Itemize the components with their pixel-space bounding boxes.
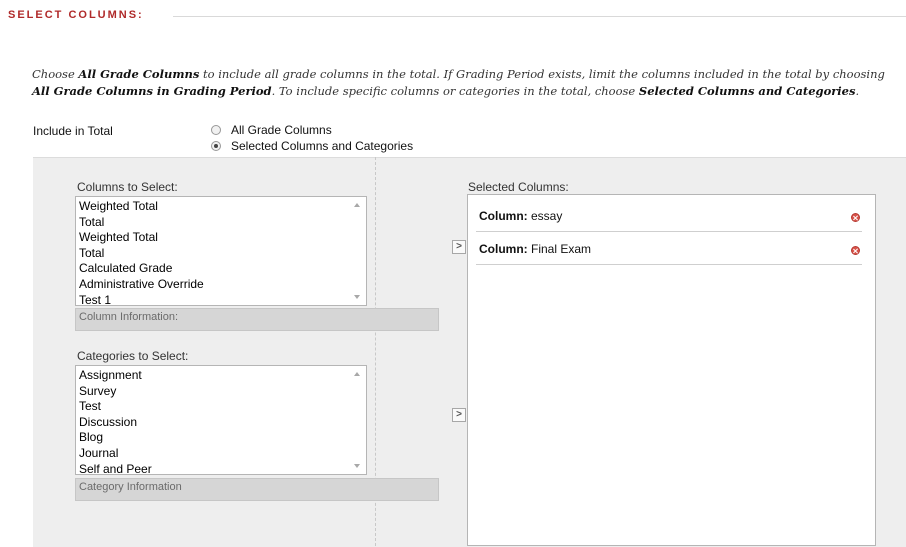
selected-item-value: Final Exam: [531, 242, 592, 256]
selected-item: Column: Final Exam: [476, 232, 862, 265]
scroll-up-icon[interactable]: [354, 203, 360, 207]
radio-button[interactable]: [211, 124, 221, 135]
section-header: SELECT COLUMNS:: [8, 9, 906, 27]
list-item[interactable]: Assignment: [79, 368, 350, 384]
list-item[interactable]: Blog: [79, 430, 350, 446]
section-title: SELECT COLUMNS:: [8, 9, 152, 21]
list-item[interactable]: Total: [79, 246, 350, 262]
instructions-text: Choose All Grade Columns to include all …: [32, 67, 885, 98]
categories-to-select-label: Categories to Select:: [77, 349, 189, 363]
section-divider: [173, 16, 906, 17]
selected-item-prefix: Column:: [479, 209, 528, 223]
categories-listbox[interactable]: Assignment Survey Test Discussion Blog J…: [75, 365, 367, 475]
list-item[interactable]: Total: [79, 215, 350, 231]
listbox-scrollbar[interactable]: [351, 366, 366, 474]
radio-label: All Grade Columns: [231, 122, 332, 137]
selected-item-prefix: Column:: [479, 242, 528, 256]
radio-label: Selected Columns and Categories: [231, 138, 414, 153]
scroll-up-icon[interactable]: [354, 372, 360, 376]
list-item[interactable]: Test: [79, 399, 350, 415]
list-item[interactable]: Calculated Grade: [79, 261, 350, 277]
columns-to-select-label: Columns to Select:: [77, 180, 178, 194]
selected-columns-label: Selected Columns:: [468, 180, 569, 194]
chevron-right-icon: >: [456, 241, 462, 252]
remove-icon[interactable]: [851, 213, 860, 222]
chevron-right-icon: >: [456, 409, 462, 420]
category-information-box: Category Information: [75, 478, 439, 501]
list-item[interactable]: Test 1: [79, 293, 350, 305]
list-item[interactable]: Administrative Override: [79, 277, 350, 293]
list-item[interactable]: Weighted Total: [79, 230, 350, 246]
list-item[interactable]: Journal: [79, 446, 350, 462]
listbox-scrollbar[interactable]: [351, 197, 366, 305]
add-column-button[interactable]: >: [452, 240, 466, 254]
remove-icon[interactable]: [851, 246, 860, 255]
columns-listbox[interactable]: Weighted Total Total Weighted Total Tota…: [75, 196, 367, 306]
column-information-box: Column Information:: [75, 308, 439, 331]
selected-item-value: essay: [531, 209, 563, 223]
list-item[interactable]: Self and Peer: [79, 462, 350, 474]
include-in-total-label: Include in Total: [33, 124, 113, 138]
radio-button-checked[interactable]: [211, 140, 221, 151]
selected-columns-box: Column: essay Column: Final Exam: [467, 194, 876, 546]
list-item[interactable]: Survey: [79, 384, 350, 400]
radio-selected-columns-and-categories[interactable]: Selected Columns and Categories: [211, 138, 413, 153]
add-category-button[interactable]: >: [452, 408, 466, 422]
selected-item: Column: essay: [476, 199, 862, 232]
list-item[interactable]: Discussion: [79, 415, 350, 431]
scroll-down-icon[interactable]: [354, 464, 360, 468]
list-item[interactable]: Weighted Total: [79, 199, 350, 215]
scroll-down-icon[interactable]: [354, 295, 360, 299]
radio-all-grade-columns[interactable]: All Grade Columns: [211, 122, 332, 137]
